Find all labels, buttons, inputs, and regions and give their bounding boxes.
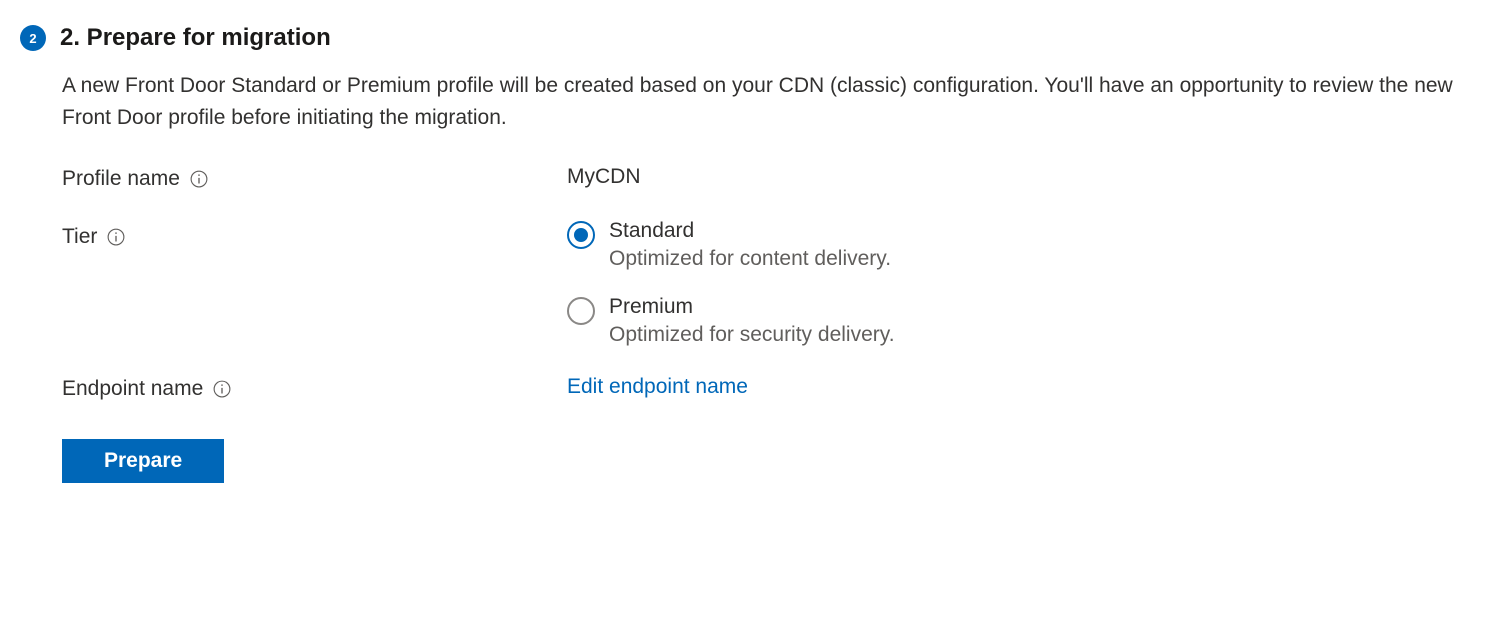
tier-label: Tier [62, 225, 97, 249]
endpoint-name-label-col: Endpoint name [62, 375, 567, 401]
radio-description-premium: Optimized for security delivery. [609, 323, 895, 347]
radio-label-standard: Standard [609, 219, 891, 243]
radio-circle-selected [567, 221, 595, 249]
step-description: A new Front Door Standard or Premium pro… [62, 70, 1462, 133]
info-icon[interactable] [190, 170, 208, 188]
tier-value-col: Standard Optimized for content delivery.… [567, 219, 1486, 347]
button-row: Prepare [62, 439, 1486, 483]
radio-description-standard: Optimized for content delivery. [609, 247, 891, 271]
step-header: 2 2. Prepare for migration [20, 24, 1486, 52]
endpoint-name-label: Endpoint name [62, 377, 203, 401]
info-icon[interactable] [213, 380, 231, 398]
endpoint-name-row: Endpoint name Edit endpoint name [62, 375, 1486, 401]
info-icon[interactable] [107, 228, 125, 246]
endpoint-name-value-col: Edit endpoint name [567, 375, 1486, 399]
radio-texts: Standard Optimized for content delivery. [609, 219, 891, 271]
edit-endpoint-name-link[interactable]: Edit endpoint name [567, 375, 748, 398]
profile-name-row: Profile name MyCDN [62, 165, 1486, 191]
tier-label-col: Tier [62, 219, 567, 249]
tier-radio-group: Standard Optimized for content delivery.… [567, 219, 1486, 347]
prepare-button[interactable]: Prepare [62, 439, 224, 483]
profile-name-label: Profile name [62, 167, 180, 191]
step-number-badge: 2 [20, 25, 46, 51]
tier-radio-standard[interactable]: Standard Optimized for content delivery. [567, 219, 1486, 271]
radio-dot [574, 228, 588, 242]
tier-radio-premium[interactable]: Premium Optimized for security delivery. [567, 295, 1486, 347]
radio-label-premium: Premium [609, 295, 895, 319]
step-title: 2. Prepare for migration [60, 24, 331, 52]
radio-circle [567, 297, 595, 325]
tier-row: Tier Standard Optimized for content deli… [62, 219, 1486, 347]
radio-texts: Premium Optimized for security delivery. [609, 295, 895, 347]
profile-name-value: MyCDN [567, 165, 1486, 189]
profile-name-label-col: Profile name [62, 165, 567, 191]
